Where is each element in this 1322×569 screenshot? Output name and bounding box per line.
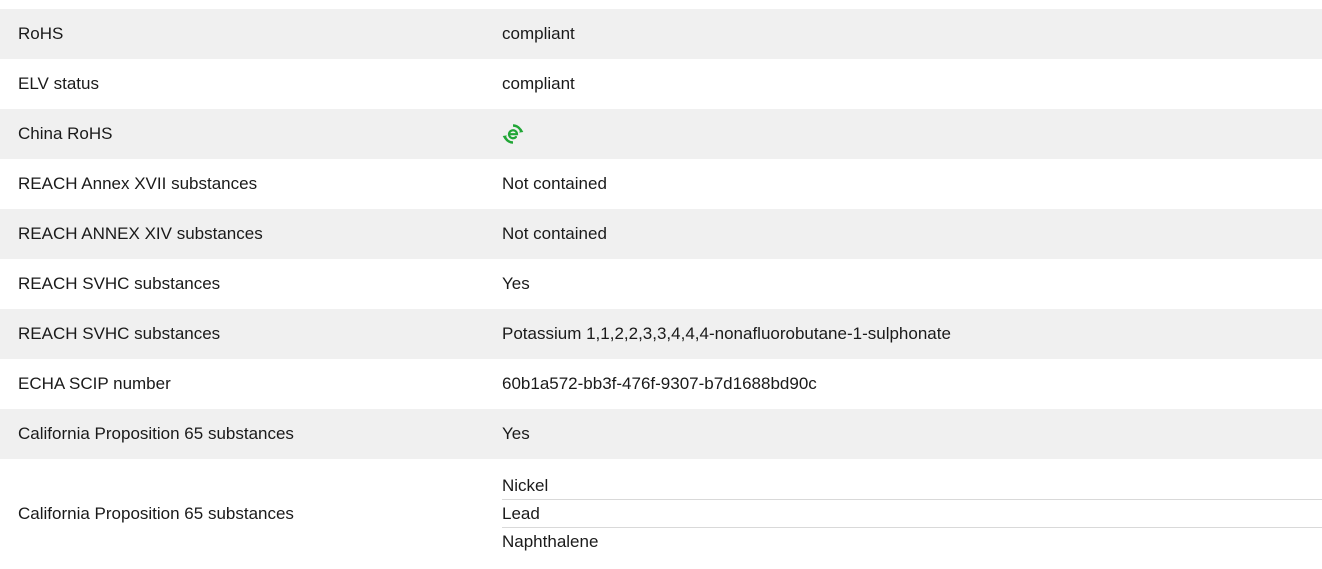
table-row-prop65-substances: California Proposition 65 substances Nic… bbox=[0, 459, 1322, 569]
row-value: Not contained bbox=[502, 224, 607, 243]
row-label: California Proposition 65 substances bbox=[18, 424, 294, 443]
row-value: Yes bbox=[502, 424, 530, 443]
substance-list: Nickel Lead Naphthalene bbox=[502, 472, 1322, 556]
row-value: Potassium 1,1,2,2,3,3,4,4,4-nonafluorobu… bbox=[502, 324, 951, 343]
row-label: REACH Annex XVII substances bbox=[18, 174, 258, 193]
row-label: China RoHS bbox=[18, 124, 113, 143]
row-label: REACH ANNEX XIV substances bbox=[18, 224, 263, 243]
row-label: California Proposition 65 substances bbox=[18, 504, 294, 523]
table-row-reach-svhc-substance: REACH SVHC substances Potassium 1,1,2,2,… bbox=[0, 309, 1322, 359]
table-row-elv-status: ELV status compliant bbox=[0, 59, 1322, 109]
table-row-reach-svhc: REACH SVHC substances Yes bbox=[0, 259, 1322, 309]
list-item: Lead bbox=[502, 500, 1322, 528]
list-item: Nickel bbox=[502, 472, 1322, 500]
row-label: RoHS bbox=[18, 24, 64, 43]
compliance-table: RoHS compliant ELV status compliant Chin… bbox=[0, 9, 1322, 569]
row-label: REACH SVHC substances bbox=[18, 324, 221, 343]
row-label: ECHA SCIP number bbox=[18, 374, 171, 393]
list-item: Naphthalene bbox=[502, 532, 599, 551]
row-value: compliant bbox=[502, 24, 575, 43]
table-row-rohs: RoHS compliant bbox=[0, 9, 1322, 59]
row-value: Yes bbox=[502, 274, 530, 293]
row-value: Not contained bbox=[502, 174, 607, 193]
table-row-echa-scip-number: ECHA SCIP number 60b1a572-bb3f-476f-9307… bbox=[0, 359, 1322, 409]
row-label: REACH SVHC substances bbox=[18, 274, 221, 293]
row-value bbox=[502, 123, 1322, 145]
table-row-reach-annex-xiv: REACH ANNEX XIV substances Not contained bbox=[0, 209, 1322, 259]
table-row-prop65: California Proposition 65 substances Yes bbox=[0, 409, 1322, 459]
table-row-reach-annex-xvii: REACH Annex XVII substances Not containe… bbox=[0, 159, 1322, 209]
row-value: compliant bbox=[502, 74, 575, 93]
row-value: 60b1a572-bb3f-476f-9307-b7d1688bd90c bbox=[502, 374, 817, 393]
china-rohs-eco-icon bbox=[502, 123, 524, 145]
row-label: ELV status bbox=[18, 74, 99, 93]
table-row-china-rohs: China RoHS bbox=[0, 109, 1322, 159]
